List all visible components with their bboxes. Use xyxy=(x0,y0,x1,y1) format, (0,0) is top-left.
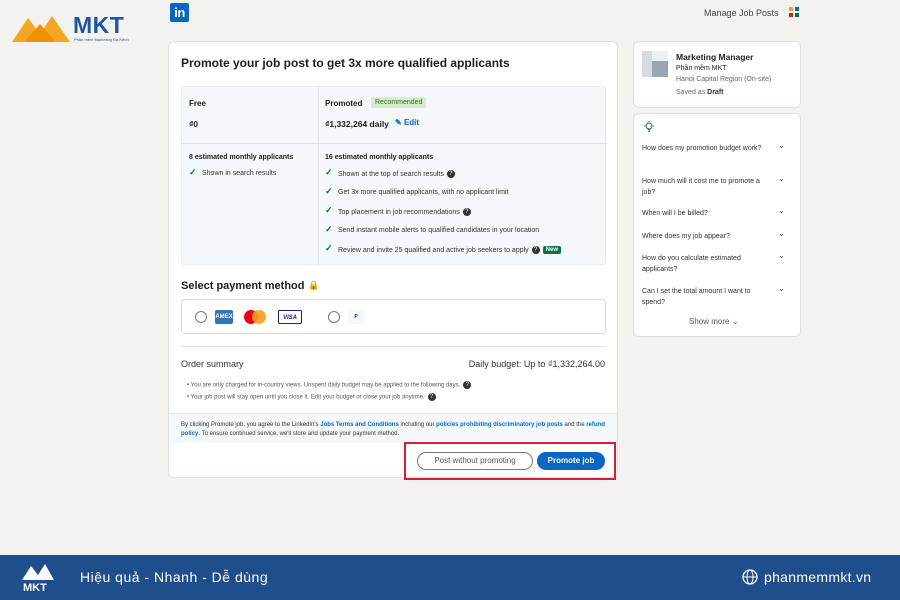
job-summary-card: Marketing Manager Phần mềm MKT Hanoi Cap… xyxy=(633,41,801,108)
help-icon[interactable]: ? xyxy=(446,170,455,178)
divider xyxy=(318,87,319,266)
faq-question[interactable]: Can I set the total amount I want to spe… xyxy=(642,286,772,308)
new-badge: New xyxy=(542,246,562,254)
globe-icon xyxy=(742,569,758,585)
payment-methods: AMEX VISA P xyxy=(181,299,606,334)
free-applicants: 8 estimated monthly applicants xyxy=(189,154,294,161)
faq-question[interactable]: Where does my job appear? xyxy=(642,231,772,242)
jobs-terms-link[interactable]: Jobs Terms and Conditions xyxy=(320,422,399,428)
promoted-plan-price: ₫1,332,264 daily xyxy=(325,119,389,129)
discrimination-policy-link[interactable]: policies prohibiting discriminatory job … xyxy=(436,422,563,428)
job-title: Marketing Manager xyxy=(676,52,754,62)
check-icon: ✓ xyxy=(189,167,197,177)
order-note: • You are only charged for in-country vi… xyxy=(187,381,472,389)
check-icon: ✓ xyxy=(325,205,333,215)
chevron-down-icon: ⌄ xyxy=(731,317,739,326)
amex-icon: AMEX xyxy=(215,310,233,324)
chevron-down-icon[interactable]: ⌄ xyxy=(778,174,785,183)
job-location: Hanoi Capital Region (On-site) xyxy=(676,76,772,83)
company-logo-icon xyxy=(642,51,668,77)
plan-comparison: Free ₫0 Promoted Recommended ₫1,332,264 … xyxy=(181,86,607,266)
promote-card: Promote your job post to get 3x more qua… xyxy=(168,41,618,478)
paypal-radio[interactable] xyxy=(328,311,340,323)
faq-question[interactable]: How do you calculate estimated applicant… xyxy=(642,253,772,275)
lock-icon: 🔒 xyxy=(308,280,320,290)
check-icon: ✓ xyxy=(325,186,333,196)
chevron-down-icon[interactable]: ⌄ xyxy=(778,206,785,215)
divider xyxy=(182,143,607,144)
daily-budget: Daily budget: Up to ₫1,332,264.00 xyxy=(468,359,605,369)
edit-label: Edit xyxy=(403,118,420,127)
faq-question[interactable]: How does my promotion budget work? xyxy=(642,143,772,154)
svg-text:MKT: MKT xyxy=(23,582,47,594)
linkedin-logo-icon[interactable]: in xyxy=(170,3,189,22)
promoted-feature: Top placement in job recommendations? xyxy=(338,208,471,216)
footer-website[interactable]: phanmemmkt.vn xyxy=(764,569,871,585)
page-title: Promote your job post to get 3x more qua… xyxy=(181,56,510,70)
terms-section: By clicking Promote job, you agree to th… xyxy=(169,413,617,443)
promoted-feature: Shown at the top of search results? xyxy=(338,170,455,178)
chevron-down-icon[interactable]: ⌄ xyxy=(778,284,785,293)
check-icon: ✓ xyxy=(325,243,333,253)
footer-banner: MKT Hiệu quả - Nhanh - Dễ dùng phanmemmk… xyxy=(0,555,900,600)
job-company: Phần mềm MKT xyxy=(676,65,727,72)
faq-card: How does my promotion budget work? ⌄ How… xyxy=(633,113,801,337)
help-icon[interactable]: ? xyxy=(427,393,436,401)
pencil-icon: ✎ xyxy=(395,118,402,127)
recommended-badge: Recommended xyxy=(371,97,427,108)
faq-question[interactable]: When will I be billed? xyxy=(642,208,772,219)
promoted-feature: Get 3x more qualified applicants, with n… xyxy=(338,189,509,196)
help-icon[interactable]: ? xyxy=(462,208,471,216)
free-plan-name: Free xyxy=(189,99,206,108)
card-radio[interactable] xyxy=(195,311,207,323)
brand-tagline: Phần mềm Marketing Đa Kênh xyxy=(74,37,129,42)
promoted-feature: Send instant mobile alerts to qualified … xyxy=(338,227,540,234)
check-icon: ✓ xyxy=(325,224,333,234)
show-more-button[interactable]: Show more ⌄ xyxy=(689,317,738,326)
faq-question[interactable]: How much will it cost me to promote a jo… xyxy=(642,176,772,198)
lightbulb-icon xyxy=(644,121,654,132)
highlight-box xyxy=(404,442,616,480)
help-icon[interactable]: ? xyxy=(463,381,472,389)
promoted-plan-name: Promoted xyxy=(325,99,363,108)
chevron-down-icon[interactable]: ⌄ xyxy=(778,141,785,150)
promoted-feature: Review and invite 25 qualified and activ… xyxy=(338,246,562,254)
job-status: Saved as Draft xyxy=(676,89,724,96)
order-note: • Your job post will stay open until you… xyxy=(187,393,436,401)
edit-budget-link[interactable]: ✎ Edit xyxy=(395,118,419,127)
free-plan-price: ₫0 xyxy=(189,119,199,129)
paypal-icon: P xyxy=(348,310,364,324)
order-summary-label: Order summary xyxy=(181,359,244,369)
help-icon[interactable]: ? xyxy=(531,246,540,254)
apps-grid-icon[interactable] xyxy=(788,6,800,18)
free-feature: Shown in search results xyxy=(202,170,277,177)
divider xyxy=(181,346,606,347)
promoted-applicants: 16 estimated monthly applicants xyxy=(325,154,434,161)
payment-title: Select payment method xyxy=(181,280,305,292)
chevron-down-icon[interactable]: ⌄ xyxy=(778,251,785,260)
mkt-logo-icon: MKT xyxy=(22,564,54,594)
chevron-down-icon[interactable]: ⌄ xyxy=(778,229,785,238)
mastercard-icon xyxy=(243,310,267,324)
brand-name: MKT xyxy=(73,12,125,38)
visa-icon: VISA xyxy=(278,310,302,324)
terms-text: By clicking Promote job, you agree to th… xyxy=(181,422,605,437)
footer-slogan: Hiệu quả - Nhanh - Dễ dùng xyxy=(80,569,269,585)
check-icon: ✓ xyxy=(325,167,333,177)
manage-job-posts-link[interactable]: Manage Job Posts xyxy=(704,8,779,18)
